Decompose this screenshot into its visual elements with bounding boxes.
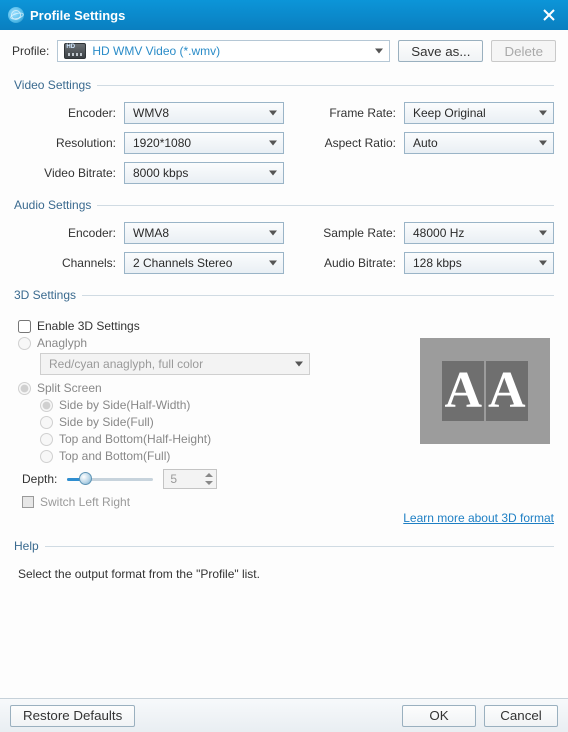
learn-more-3d-link[interactable]: Learn more about 3D format: [403, 511, 554, 525]
profile-label: Profile:: [12, 44, 49, 58]
chevron-down-icon: [539, 261, 547, 266]
switch-left-right-checkbox: Switch Left Right: [22, 495, 554, 509]
audio-encoder-label: Encoder:: [14, 226, 124, 240]
close-icon: [543, 9, 555, 21]
channels-select[interactable]: 2 Channels Stereo: [124, 252, 284, 274]
depth-slider[interactable]: [67, 471, 153, 487]
chevron-down-icon: [269, 171, 277, 176]
audio-bitrate-select[interactable]: 128 kbps: [404, 252, 554, 274]
tb-full-radio: Top and Bottom(Full): [40, 449, 554, 463]
resolution-label: Resolution:: [14, 136, 124, 150]
three-d-legend: 3D Settings: [14, 288, 82, 302]
audio-settings-legend: Audio Settings: [14, 198, 97, 212]
chevron-down-icon: [269, 261, 277, 266]
audio-encoder-select[interactable]: WMA8: [124, 222, 284, 244]
chevron-down-icon: [269, 111, 277, 116]
chevron-down-icon: [269, 231, 277, 236]
delete-button: Delete: [491, 40, 556, 62]
help-text: Select the output format from the "Profi…: [18, 567, 554, 581]
chevron-down-icon: [539, 111, 547, 116]
chevron-down-icon: [269, 141, 277, 146]
video-settings-group: Video Settings Encoder: WMV8 Frame Rate:…: [14, 78, 554, 184]
audio-bitrate-label: Audio Bitrate:: [314, 256, 404, 270]
chevron-down-icon: [539, 231, 547, 236]
window-title: Profile Settings: [30, 8, 125, 23]
aspect-ratio-label: Aspect Ratio:: [314, 136, 404, 150]
ok-button[interactable]: OK: [402, 705, 476, 727]
video-bitrate-label: Video Bitrate:: [14, 166, 124, 180]
hd-video-icon: [64, 43, 86, 59]
app-icon: [8, 7, 24, 23]
sample-rate-label: Sample Rate:: [314, 226, 404, 240]
anaglyph-type-select: Red/cyan anaglyph, full color: [40, 353, 310, 375]
aspect-ratio-select[interactable]: Auto: [404, 132, 554, 154]
profile-value: HD WMV Video (*.wmv): [92, 44, 220, 58]
help-group: Help Select the output format from the "…: [14, 539, 554, 581]
video-settings-legend: Video Settings: [14, 78, 97, 92]
cancel-button[interactable]: Cancel: [484, 705, 558, 727]
channels-label: Channels:: [14, 256, 124, 270]
footer: Restore Defaults OK Cancel: [0, 698, 568, 732]
frame-rate-select[interactable]: Keep Original: [404, 102, 554, 124]
close-button[interactable]: [538, 6, 560, 24]
video-encoder-label: Encoder:: [14, 106, 124, 120]
depth-spinner: 5: [163, 469, 217, 489]
three-d-preview: AA: [420, 338, 550, 444]
titlebar: Profile Settings: [0, 0, 568, 30]
video-bitrate-select[interactable]: 8000 kbps: [124, 162, 284, 184]
three-d-settings-group: 3D Settings AA Enable 3D Settings Anagly…: [14, 288, 554, 525]
restore-defaults-button[interactable]: Restore Defaults: [10, 705, 135, 727]
audio-settings-group: Audio Settings Encoder: WMA8 Sample Rate…: [14, 198, 554, 274]
depth-label: Depth:: [22, 472, 57, 486]
help-legend: Help: [14, 539, 45, 553]
chevron-down-icon: [375, 49, 383, 54]
chevron-down-icon: [295, 362, 303, 367]
save-as-button[interactable]: Save as...: [398, 40, 483, 62]
enable-3d-checkbox[interactable]: Enable 3D Settings: [18, 319, 554, 333]
chevron-down-icon: [539, 141, 547, 146]
sample-rate-select[interactable]: 48000 Hz: [404, 222, 554, 244]
slider-thumb-icon[interactable]: [79, 472, 92, 485]
checkbox-icon: [22, 496, 34, 508]
resolution-select[interactable]: 1920*1080: [124, 132, 284, 154]
profile-select[interactable]: HD WMV Video (*.wmv): [57, 40, 390, 62]
video-encoder-select[interactable]: WMV8: [124, 102, 284, 124]
frame-rate-label: Frame Rate:: [314, 106, 404, 120]
